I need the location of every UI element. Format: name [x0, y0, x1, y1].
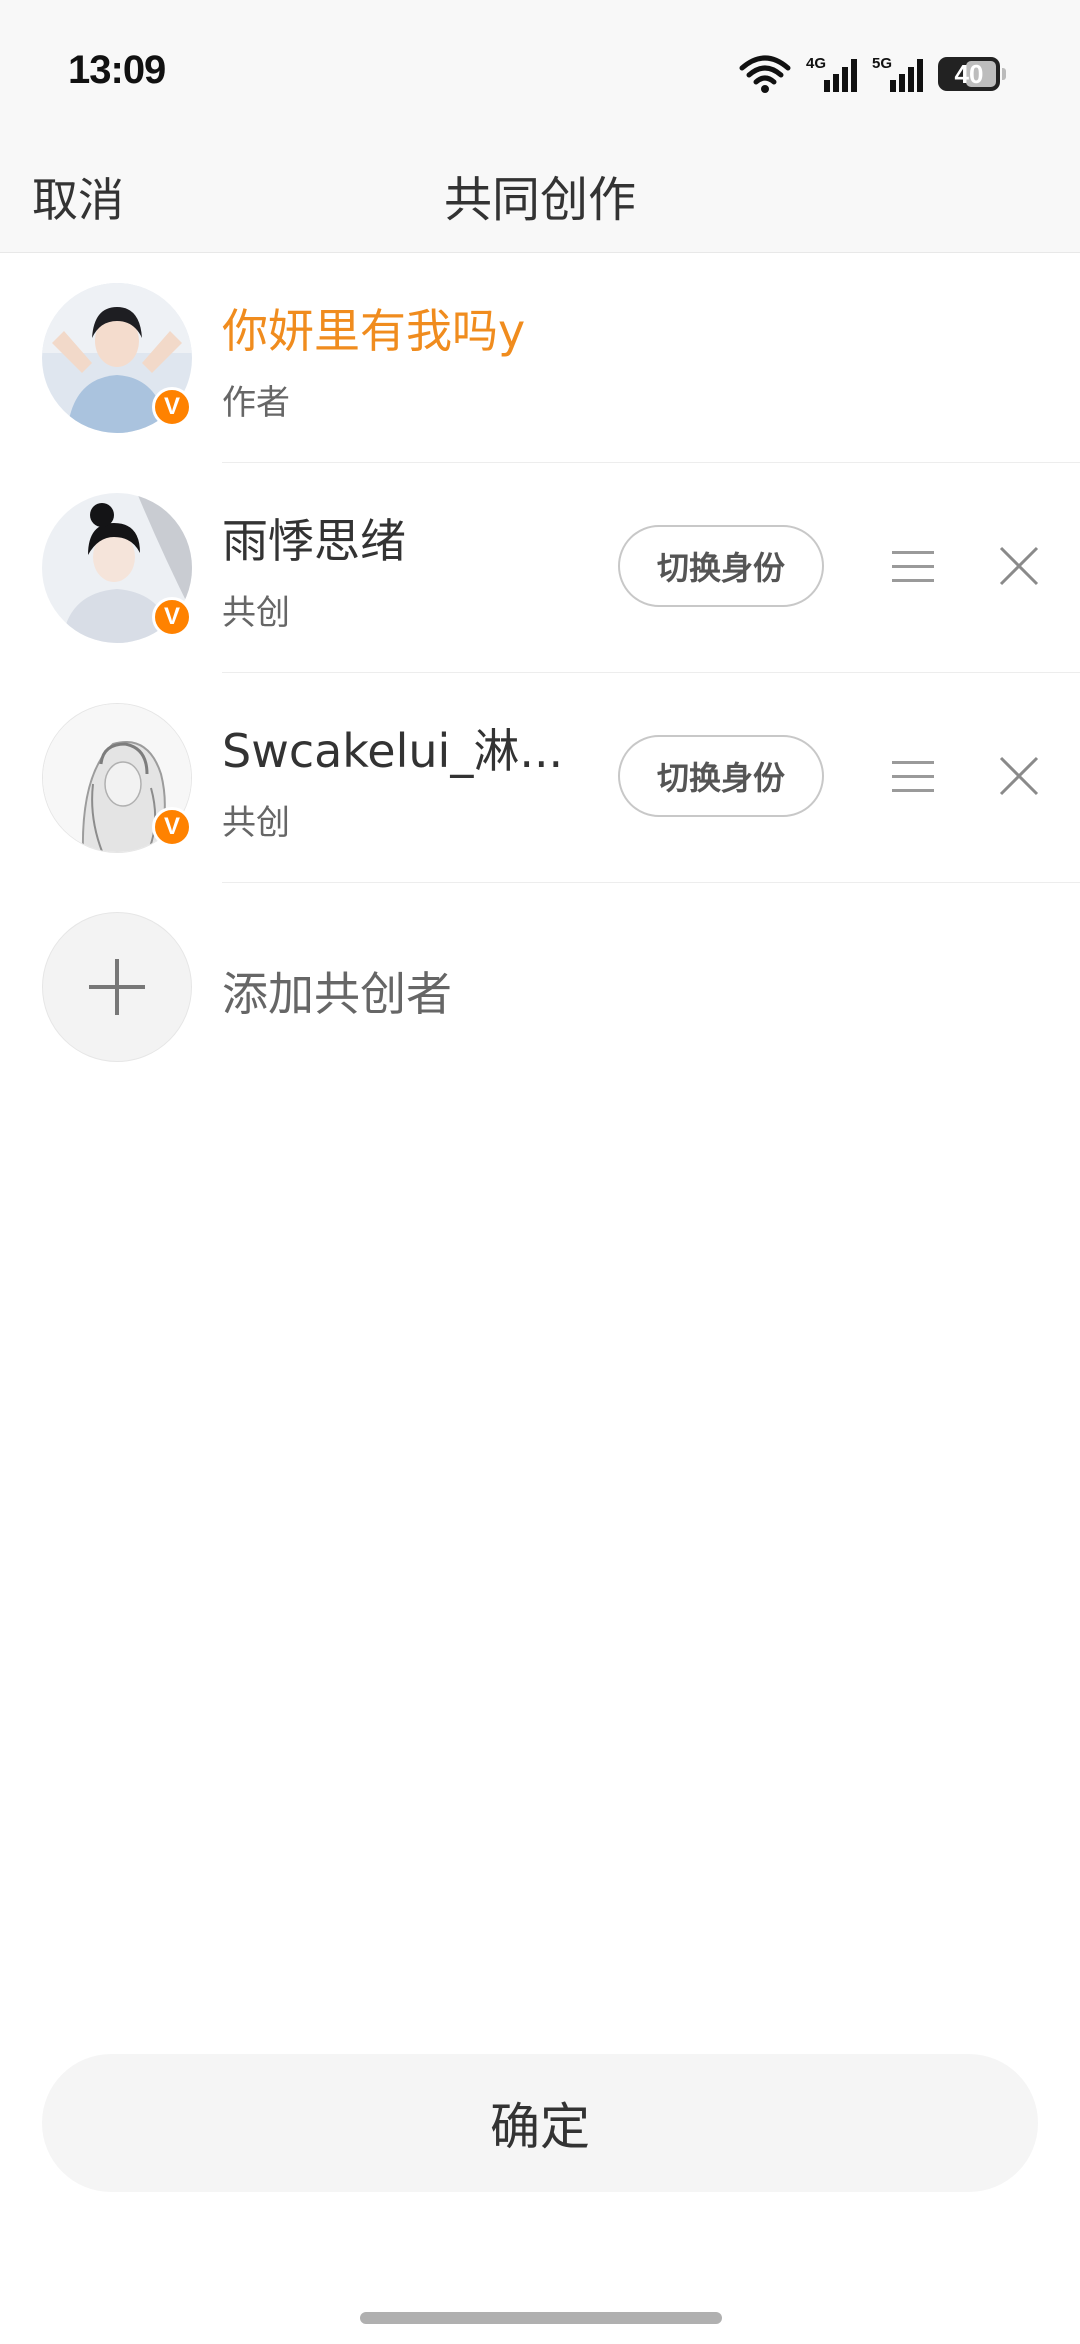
collaborator-row: V 雨悸思绪 共创 切换身份: [0, 463, 1080, 673]
status-bar: 13:09 4G 5G 40: [0, 0, 1080, 148]
signal-4g-icon: 4G: [806, 55, 857, 92]
add-collaborator-label: 添加共创者: [222, 967, 452, 1021]
confirm-button[interactable]: 确定: [42, 2054, 1038, 2192]
plus-icon: [89, 959, 145, 1015]
collaborator-name: 你妍里有我吗y: [222, 304, 526, 358]
switch-identity-button[interactable]: 切换身份: [618, 735, 824, 817]
svg-text:5G: 5G: [872, 55, 892, 72]
remove-icon[interactable]: [996, 543, 1042, 589]
signal-5g-icon: 5G: [872, 55, 923, 92]
drag-handle-icon[interactable]: [890, 757, 936, 797]
collaborator-role: 共创: [222, 803, 290, 843]
wifi-icon: [739, 55, 791, 93]
collaborator-row: V Swcakelui_淋... 共创 切换身份: [0, 673, 1080, 883]
status-icons: 4G 5G 40: [738, 52, 1006, 96]
page-title: 共同创作: [443, 172, 636, 228]
battery-icon: 40: [938, 57, 1006, 91]
remove-icon[interactable]: [996, 753, 1042, 799]
collaborator-name: 雨悸思绪: [222, 514, 406, 568]
collaborator-name: Swcakelui_淋...: [222, 724, 564, 778]
switch-identity-button[interactable]: 切换身份: [618, 525, 824, 607]
verified-badge-icon: V: [152, 807, 192, 847]
add-collaborator-button[interactable]: 添加共创者: [0, 908, 1080, 1078]
drag-handle-icon[interactable]: [890, 547, 936, 587]
collaborator-row-author: V 你妍里有我吗y 作者: [0, 253, 1080, 463]
svg-text:4G: 4G: [806, 55, 826, 72]
verified-badge-icon: V: [152, 597, 192, 637]
collaborator-role: 作者: [222, 383, 290, 423]
collaborator-role: 共创: [222, 593, 290, 633]
add-circle[interactable]: [42, 912, 192, 1062]
home-indicator[interactable]: [360, 2312, 722, 2324]
verified-badge-icon: V: [152, 387, 192, 427]
battery-level: 40: [954, 58, 984, 89]
status-time: 13:09: [68, 48, 166, 92]
nav-bar: 取消 共同创作: [0, 148, 1080, 253]
